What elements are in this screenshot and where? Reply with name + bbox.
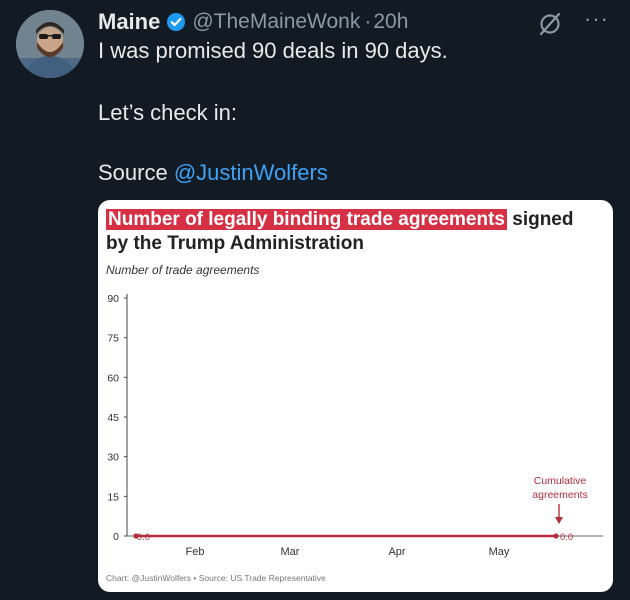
author-avatar[interactable] (16, 10, 84, 78)
chart-image-card[interactable]: Number of legally binding trade agreemen… (98, 200, 613, 592)
tweet-header: Maine @TheMaineWonk · 20h (98, 8, 408, 36)
y-tick-label: 60 (107, 372, 119, 384)
y-tick-label: 30 (107, 452, 119, 464)
x-tick-label: Mar (281, 546, 300, 558)
data-label-end: 0.0 (560, 532, 573, 543)
y-tick-label: 15 (107, 491, 119, 503)
source-label: Source (98, 160, 168, 185)
x-tick-label: Feb (186, 546, 205, 558)
annotation-line-2: agreements (532, 489, 587, 501)
annotation-arrow-head (555, 517, 563, 524)
author-handle[interactable]: @TheMaineWonk (192, 10, 360, 34)
data-point (553, 533, 559, 539)
author-name[interactable]: Maine (98, 9, 160, 35)
chart-footer: Chart: @JustinWolfers • Source: US Trade… (106, 573, 326, 583)
chart-plot: 0 15 30 45 60 75 90 Feb Mar Apr May 0.0 0.0 Cumulativ… (107, 293, 603, 558)
tweet-source-line: Source @JustinWolfers (98, 160, 328, 186)
data-label-start: 0.0 (137, 532, 150, 543)
tweet-time[interactable]: 20h (373, 10, 408, 34)
tweet-text-line-1: I was promised 90 deals in 90 days. (98, 38, 448, 63)
y-tick-label: 0 (113, 531, 119, 543)
y-tick-label: 45 (107, 412, 119, 424)
tweet-text-line-2: Let’s check in: (98, 100, 238, 125)
x-tick-label: May (489, 546, 510, 558)
separator-dot: · (364, 10, 372, 33)
source-mention-link[interactable]: @JustinWolfers (174, 160, 328, 185)
verified-badge-icon (166, 12, 186, 32)
y-tick-label: 75 (107, 333, 119, 345)
grok-icon[interactable] (536, 10, 564, 43)
y-tick-label: 90 (107, 293, 119, 305)
more-options-icon[interactable]: ··· (584, 6, 609, 32)
annotation-line-1: Cumulative (534, 475, 587, 487)
x-tick-label: Apr (388, 546, 405, 558)
